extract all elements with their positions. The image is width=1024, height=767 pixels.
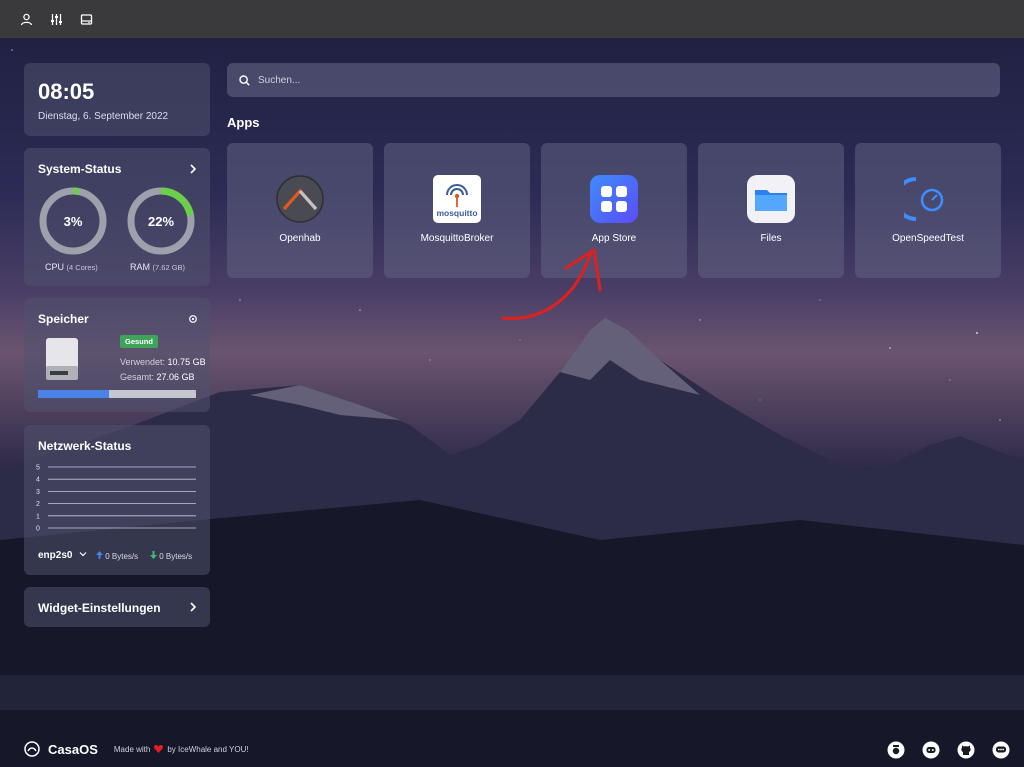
widget-settings-label: Widget-Einstellungen [38,601,161,615]
footer-brand: CasaOS Made with by IceWhale and YOU! [24,741,249,757]
fog-layer [0,675,1024,710]
chevron-right-icon [190,602,197,612]
network-y-tick: 0 [36,526,40,533]
ram-gauge: 22% [126,186,196,256]
storage-total: Gesamt: 27.06 GB [120,372,195,382]
storage-widget: Speicher Gesund Verwendet: 10.75 GB Gesa… [24,298,210,412]
storage-used-label: Verwendet: [120,357,166,367]
mosquitto-icon-text: mosquitto [436,208,477,218]
interface-select[interactable]: enp2s0 [38,550,87,561]
gear-icon[interactable] [188,314,198,324]
chat-icon[interactable] [992,741,1010,759]
storage-total-value: 27.06 GB [156,372,195,382]
search-input[interactable] [258,74,958,86]
app-label: OpenSpeedTest [892,233,964,244]
app-tile-openspeedtest[interactable]: OpenSpeedTest [855,143,1001,278]
app-label: Files [760,233,782,244]
hard-drive-icon [46,338,78,380]
app-label: App Store [591,233,637,244]
widget-settings-button[interactable]: Widget-Einstellungen [24,587,210,627]
speedtest-icon [904,177,944,221]
cpu-label: CPU (4 Cores) [45,262,98,272]
upload-value: 0 Bytes/s [105,552,139,561]
discord-icon[interactable] [922,741,940,759]
network-y-tick: 1 [36,513,40,520]
ram-value: 22% [147,213,175,229]
cpu-value: 3% [63,213,83,229]
made-by-label: by IceWhale and YOU! [167,744,249,754]
chevron-down-icon [79,552,87,557]
chevron-right-icon[interactable] [188,164,198,174]
app-label: MosquittoBroker [420,233,494,244]
ram-label-text: RAM [130,262,150,272]
arrow-up-icon [96,551,103,559]
storage-title: Speicher [38,312,89,326]
app-tile-openhab[interactable]: Openhab [227,143,373,278]
top-bar [0,0,1024,38]
github-icon[interactable] [957,741,975,759]
download-value: 0 Bytes/s [159,552,193,561]
app-store-icon [590,175,638,223]
clock-time: 08:05 [38,79,95,104]
storage-total-label: Gesamt: [120,372,155,382]
network-y-tick: 2 [36,501,40,508]
system-status-widget: System-Status 3% CPU (4 Cores) 22% RAM (… [24,148,210,286]
brand-name: CasaOS [48,741,98,757]
app-label: Openhab [279,233,321,244]
interface-name: enp2s0 [38,550,73,561]
network-y-tick: 4 [36,477,40,484]
made-with-text: Made with by IceWhale and YOU! [114,745,249,754]
status-badge: Gesund [120,335,158,348]
cpu-gauge: 3% [38,186,108,256]
user-icon[interactable] [18,11,34,27]
storage-used-value: 10.75 GB [167,357,206,367]
ram-label: RAM (7.62 GB) [130,262,185,272]
made-with-label: Made with [113,744,151,754]
mosquitto-icon: mosquitto [433,175,481,223]
network-chart: 5 4 3 2 1 0 [36,465,196,533]
download-rate: 0 Bytes/s [150,551,192,561]
app-tile-app-store[interactable]: App Store [541,143,687,278]
arrow-down-icon [150,551,157,559]
drive-icon[interactable] [78,11,94,27]
network-title: Netzwerk-Status [38,439,132,453]
files-folder-icon [747,175,795,223]
network-y-tick: 3 [36,489,40,496]
openhab-icon [276,175,324,223]
storage-used: Verwendet: 10.75 GB [120,357,206,367]
network-y-tick: 5 [36,465,40,472]
storage-usage-fill [38,390,110,398]
clock-widget: 08:05 Dienstag, 6. September 2022 [24,63,210,136]
cpu-detail: (4 Cores) [66,263,98,272]
search-icon [239,74,250,86]
contact-icon[interactable] [887,741,905,759]
footer-links [887,741,1010,759]
app-tile-files[interactable]: Files [698,143,844,278]
app-tile-mosquittobroker[interactable]: mosquitto MosquittoBroker [384,143,530,278]
heart-icon [154,745,164,753]
storage-usage-bar [38,390,196,398]
system-status-title: System-Status [38,162,122,176]
ram-detail: (7.62 GB) [152,263,186,272]
clock-date: Dienstag, 6. September 2022 [38,111,169,122]
upload-rate: 0 Bytes/s [96,551,138,561]
search-bar [227,63,1000,97]
sliders-icon[interactable] [48,11,64,27]
casaos-logo-icon [24,741,40,757]
apps-heading: Apps [227,115,260,130]
cpu-label-text: CPU [45,262,65,272]
network-status-widget: Netzwerk-Status 543210 enp2s0 0 Bytes/s … [24,425,210,575]
